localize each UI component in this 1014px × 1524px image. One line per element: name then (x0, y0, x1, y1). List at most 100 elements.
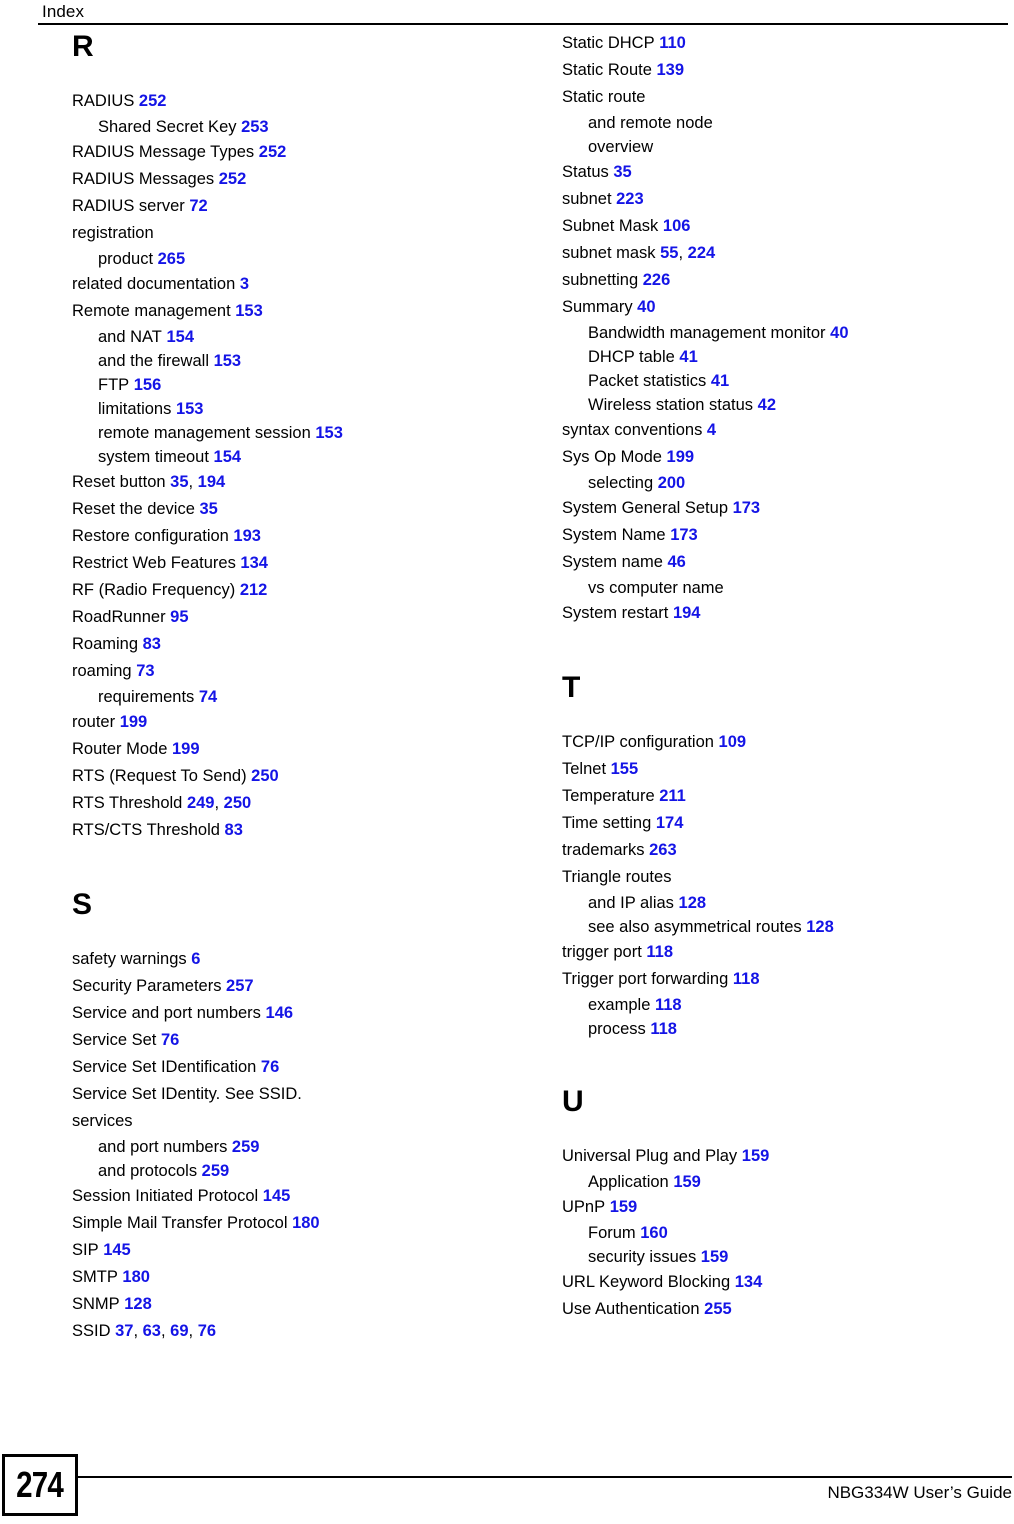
index-page-references[interactable]: 223 (612, 190, 644, 208)
page-reference-link[interactable]: 41 (675, 348, 697, 366)
page-reference-link[interactable]: 41 (706, 372, 729, 390)
page-reference-link[interactable]: 173 (728, 499, 761, 517)
index-page-references[interactable]: 134 (730, 1273, 763, 1291)
index-page-references[interactable]: 252 (214, 170, 247, 188)
index-page-references[interactable]: 35 (195, 500, 217, 518)
page-reference-link[interactable]: 153 (171, 400, 204, 418)
page-reference-link[interactable]: 76 (256, 1058, 279, 1076)
page-reference-link[interactable]: 200 (653, 474, 686, 492)
page-reference-link[interactable]: 3 (235, 275, 249, 293)
index-page-references[interactable]: 180 (288, 1214, 320, 1232)
page-reference-link[interactable]: 160 (636, 1224, 668, 1242)
page-reference-link[interactable]: 76 (193, 1322, 216, 1340)
page-reference-link[interactable]: 118 (646, 1020, 677, 1038)
page-reference-link[interactable]: 4 (702, 421, 716, 439)
index-page-references[interactable]: 199 (115, 713, 148, 731)
index-page-references[interactable]: 46 (663, 553, 685, 571)
index-page-references[interactable]: 145 (99, 1241, 131, 1259)
page-reference-link[interactable]: 106 (658, 217, 691, 235)
index-page-references[interactable]: 72 (185, 197, 207, 215)
page-reference-link[interactable]: 35 (609, 163, 631, 181)
index-page-references[interactable]: 173 (666, 526, 698, 544)
index-page-references[interactable]: 128 (674, 894, 707, 912)
page-reference-link[interactable]: 128 (674, 894, 707, 912)
page-reference-link[interactable]: 154 (209, 448, 242, 466)
index-page-references[interactable]: 35 (609, 163, 631, 181)
index-page-references[interactable]: 40 (826, 324, 848, 342)
page-reference-link[interactable]: 249 (182, 794, 215, 812)
page-reference-link[interactable]: 118 (650, 996, 682, 1014)
index-page-references[interactable]: 139 (652, 61, 684, 79)
index-page-references[interactable]: 37, 63, 69, 76 (111, 1322, 216, 1340)
index-page-references[interactable]: 118 (650, 996, 682, 1014)
index-page-references[interactable]: 76 (256, 1058, 279, 1076)
page-reference-link[interactable]: 153 (311, 424, 343, 442)
page-reference-link[interactable]: 224 (683, 244, 716, 262)
index-page-references[interactable]: 118 (646, 1020, 677, 1038)
index-page-references[interactable]: 250 (247, 767, 279, 785)
index-page-references[interactable]: 83 (138, 635, 161, 653)
index-page-references[interactable]: 156 (129, 376, 162, 394)
page-reference-link[interactable]: 118 (728, 970, 760, 988)
index-page-references[interactable]: 253 (237, 118, 269, 136)
page-reference-link[interactable]: 212 (235, 581, 268, 599)
page-reference-link[interactable]: 257 (221, 977, 254, 995)
page-reference-link[interactable]: 255 (700, 1300, 732, 1318)
index-page-references[interactable]: 6 (187, 950, 200, 968)
page-reference-link[interactable]: 259 (197, 1162, 230, 1180)
page-reference-link[interactable]: 154 (162, 328, 194, 346)
page-reference-link[interactable]: 134 (730, 1273, 763, 1291)
page-reference-link[interactable]: 174 (651, 814, 684, 832)
index-page-references[interactable]: 255 (700, 1300, 732, 1318)
page-reference-link[interactable]: 35 (166, 473, 188, 491)
page-reference-link[interactable]: 134 (236, 554, 268, 572)
page-reference-link[interactable]: 263 (645, 841, 677, 859)
page-reference-link[interactable]: 223 (612, 190, 644, 208)
page-reference-link[interactable]: 173 (666, 526, 698, 544)
index-page-references[interactable]: 83 (220, 821, 243, 839)
page-reference-link[interactable]: 156 (129, 376, 162, 394)
index-page-references[interactable]: 35, 194 (166, 473, 225, 491)
page-reference-link[interactable]: 139 (652, 61, 684, 79)
index-page-references[interactable]: 153 (209, 352, 242, 370)
index-page-references[interactable]: 200 (653, 474, 686, 492)
index-page-references[interactable]: 226 (638, 271, 671, 289)
page-reference-link[interactable]: 253 (237, 118, 269, 136)
page-reference-link[interactable]: 76 (156, 1031, 179, 1049)
page-reference-link[interactable]: 35 (195, 500, 217, 518)
page-reference-link[interactable]: 153 (231, 302, 263, 320)
page-reference-link[interactable]: 226 (638, 271, 671, 289)
page-reference-link[interactable]: 128 (802, 918, 834, 936)
page-reference-link[interactable]: 252 (134, 92, 167, 110)
index-page-references[interactable]: 154 (209, 448, 242, 466)
index-page-references[interactable]: 118 (728, 970, 760, 988)
index-page-references[interactable]: 199 (167, 740, 200, 758)
index-page-references[interactable]: 145 (258, 1187, 291, 1205)
page-reference-link[interactable]: 63 (138, 1322, 161, 1340)
index-page-references[interactable]: 109 (714, 733, 747, 751)
index-page-references[interactable]: 252 (254, 143, 287, 161)
page-reference-link[interactable]: 55 (656, 244, 678, 262)
page-reference-link[interactable]: 110 (655, 34, 686, 52)
index-page-references[interactable]: 73 (132, 662, 154, 680)
index-page-references[interactable]: 134 (236, 554, 268, 572)
index-page-references[interactable]: 153 (231, 302, 263, 320)
index-page-references[interactable]: 193 (229, 527, 261, 545)
page-reference-link[interactable]: 252 (214, 170, 247, 188)
page-reference-link[interactable]: 199 (167, 740, 200, 758)
page-reference-link[interactable]: 155 (606, 760, 639, 778)
index-page-references[interactable]: 159 (696, 1248, 729, 1266)
page-reference-link[interactable]: 83 (220, 821, 243, 839)
index-page-references[interactable]: 211 (655, 787, 686, 805)
page-reference-link[interactable]: 69 (166, 1322, 188, 1340)
index-page-references[interactable]: 40 (633, 298, 655, 316)
page-reference-link[interactable]: 74 (194, 688, 217, 706)
index-page-references[interactable]: 160 (636, 1224, 668, 1242)
page-reference-link[interactable]: 211 (655, 787, 686, 805)
page-reference-link[interactable]: 194 (668, 604, 701, 622)
index-page-references[interactable]: 118 (642, 943, 673, 961)
page-reference-link[interactable]: 83 (138, 635, 161, 653)
index-page-references[interactable]: 194 (668, 604, 701, 622)
index-page-references[interactable]: 55, 224 (656, 244, 716, 262)
index-page-references[interactable]: 110 (655, 34, 686, 52)
